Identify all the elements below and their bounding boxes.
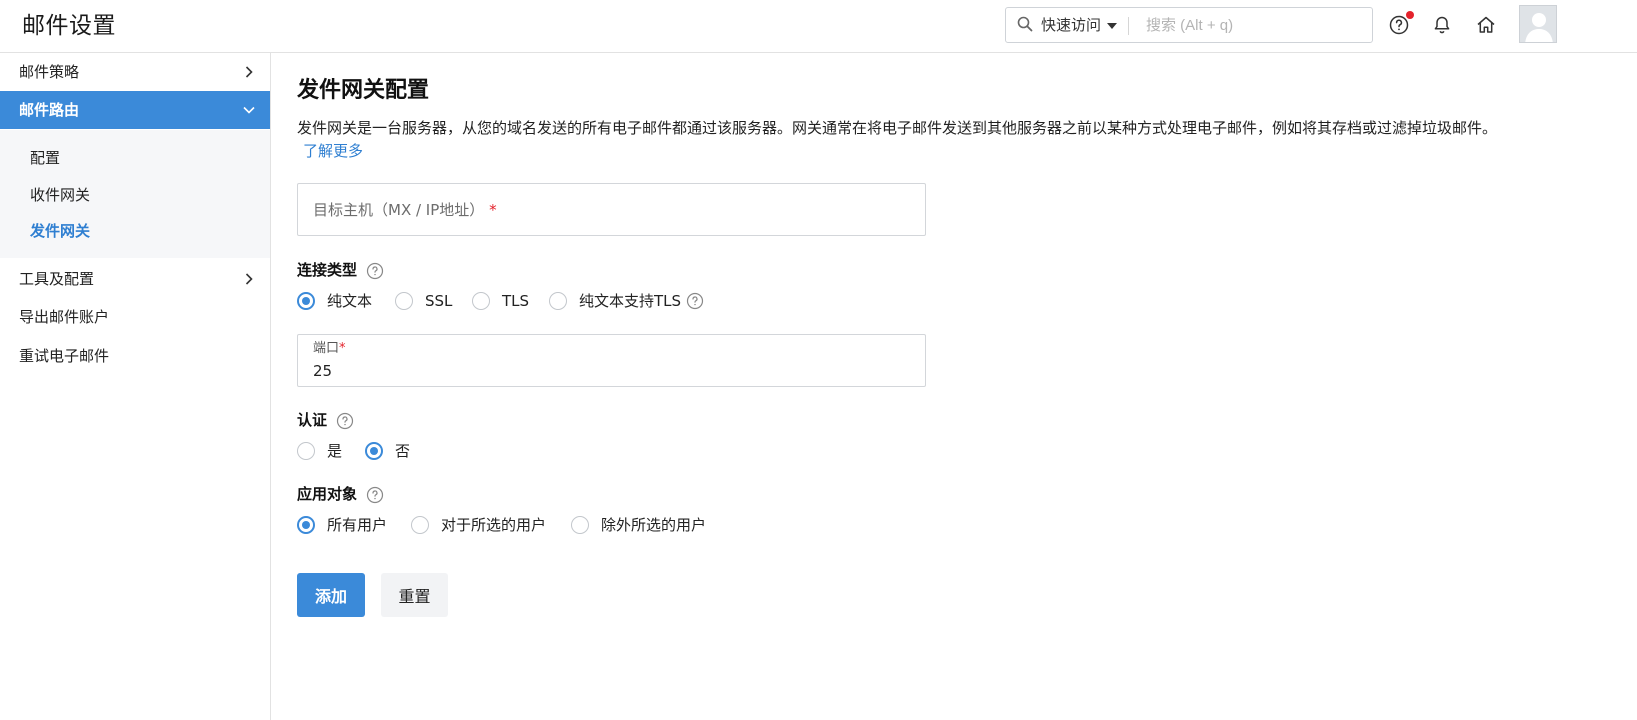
search-icon [1017, 16, 1033, 32]
required-mark: * [489, 201, 497, 219]
chevron-down-icon[interactable] [1107, 23, 1117, 29]
required-mark: * [339, 341, 346, 356]
radio-label: 是 [327, 442, 343, 460]
sidebar-item-label: 工具及配置 [19, 270, 95, 288]
main-content: 发件网关配置 发件网关是一台服务器，从您的域名发送的所有电子邮件都通过该服务器。… [271, 53, 1637, 720]
radio-plaintext[interactable] [297, 292, 315, 310]
reset-button[interactable]: 重置 [381, 573, 448, 617]
quick-access-dropdown[interactable]: 快速访问 [1041, 16, 1101, 34]
sidebar-item-label: 重试电子邮件 [19, 347, 110, 365]
learn-more-link[interactable]: 了解更多 [303, 140, 363, 162]
destination-host-field[interactable]: 目标主机（MX / IP地址） * [297, 183, 926, 236]
radio-plaintext-tls[interactable] [549, 292, 567, 310]
chevron-right-icon [245, 273, 253, 285]
radio-all-users[interactable] [297, 516, 315, 534]
avatar[interactable] [1519, 5, 1557, 43]
chevron-right-icon [245, 66, 253, 78]
auth-group: 是 否 [297, 440, 437, 462]
destination-host-placeholder: 目标主机（MX / IP地址） * [313, 201, 497, 219]
page-title: 发件网关配置 [297, 78, 430, 103]
radio-auth-no[interactable] [365, 442, 383, 460]
sidebar-item-export-accounts[interactable]: 导出邮件账户 [0, 298, 270, 336]
connection-type-group: 纯文本 SSL TLS 纯文本支持TLS [297, 290, 717, 312]
help-question-icon[interactable] [366, 262, 384, 280]
sidebar-item-mail-routing[interactable]: 邮件路由 [0, 91, 270, 129]
radio-auth-yes[interactable] [297, 442, 315, 460]
search-input[interactable] [1136, 12, 1366, 38]
user-silhouette-icon [1520, 6, 1556, 42]
notification-dot [1406, 11, 1414, 19]
help-question-icon[interactable] [366, 486, 384, 504]
apply-to-label: 应用对象 [297, 484, 384, 504]
top-header: 邮件设置 快速访问 [0, 0, 1637, 53]
help-question-icon[interactable] [686, 292, 704, 310]
sidebar-item-retry-email[interactable]: 重试电子邮件 [0, 337, 270, 375]
search-box[interactable]: 快速访问 [1005, 7, 1373, 43]
radio-label: 对于所选的用户 [441, 516, 547, 534]
radio-label: 除外所选的用户 [601, 516, 707, 534]
port-field[interactable]: 端口* 25 [297, 334, 926, 387]
sidebar-item-tools-config[interactable]: 工具及配置 [0, 260, 270, 298]
port-label: 端口* [313, 341, 346, 356]
home-icon[interactable] [1474, 13, 1498, 37]
radio-label: TLS [502, 292, 530, 310]
auth-label: 认证 [297, 410, 354, 430]
page-description: 发件网关是一台服务器，从您的域名发送的所有电子邮件都通过该服务器。网关通常在将电… [297, 119, 1498, 137]
sidebar-item-label: 邮件策略 [19, 63, 80, 81]
sidebar-subitem-outbound-gateway[interactable]: 发件网关 [30, 221, 90, 241]
connection-type-label: 连接类型 [297, 260, 384, 280]
apply-to-group: 所有用户 对于所选的用户 除外所选的用户 [297, 514, 727, 536]
bell-icon[interactable] [1430, 13, 1454, 37]
radio-except-selected-users[interactable] [571, 516, 589, 534]
sidebar-item-mail-policy[interactable]: 邮件策略 [0, 53, 270, 91]
radio-label: 纯文本支持TLS [579, 292, 682, 310]
search-divider [1128, 17, 1129, 35]
chevron-down-icon [243, 106, 255, 114]
radio-label: 否 [395, 442, 411, 460]
radio-ssl[interactable] [395, 292, 413, 310]
radio-tls[interactable] [472, 292, 490, 310]
add-button[interactable]: 添加 [297, 573, 365, 617]
app-title: 邮件设置 [22, 13, 116, 39]
sidebar-subitem-inbound-gateway[interactable]: 收件网关 [30, 185, 90, 205]
sidebar-subitem-config[interactable]: 配置 [30, 148, 60, 168]
sidebar-item-label: 导出邮件账户 [19, 308, 110, 326]
radio-label: 纯文本 [327, 292, 373, 310]
sidebar: 邮件策略 邮件路由 配置 收件网关 发件网关 工具及配置 导出邮件账户 重试电子… [0, 53, 271, 720]
radio-label: SSL [425, 292, 453, 310]
help-question-icon[interactable] [336, 412, 354, 430]
radio-label: 所有用户 [327, 516, 388, 534]
submenu-mail-routing: 配置 收件网关 发件网关 [0, 130, 270, 258]
port-value[interactable]: 25 [313, 361, 332, 381]
sidebar-item-label: 邮件路由 [19, 101, 80, 119]
radio-selected-users[interactable] [411, 516, 429, 534]
